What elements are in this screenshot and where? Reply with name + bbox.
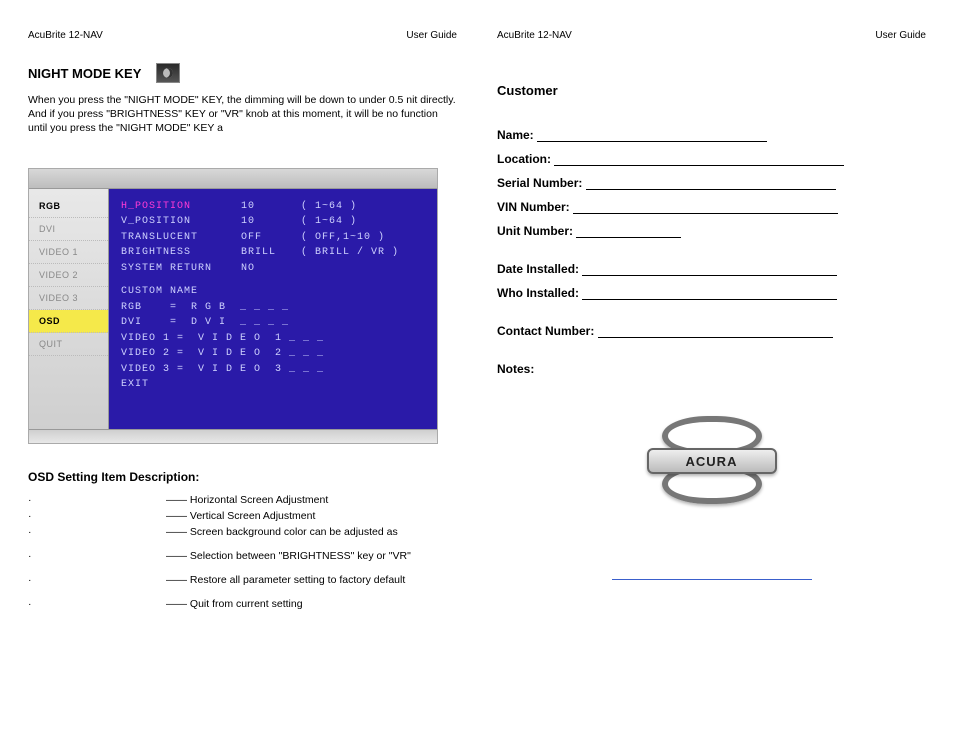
logo-text: ACURA — [647, 448, 777, 474]
osd-desc-list: ·—— Horizontal Screen Adjustment ·—— Vert… — [28, 494, 457, 610]
osd-tab-video-3: VIDEO 3 — [29, 287, 108, 310]
form-label: Name: — [497, 128, 537, 142]
form-label: Contact Number: — [497, 324, 598, 338]
customer-title: Customer — [497, 83, 926, 98]
osd-custom-line: VIDEO 1 = V I D E O 1 _ _ _ — [121, 331, 427, 347]
logo-wrap: ACURA — [497, 416, 926, 511]
bullet-item: ·—— Screen background color can be adjus… — [28, 526, 457, 538]
link-underline — [497, 567, 926, 585]
osd-tab-quit: QUIT — [29, 333, 108, 356]
form-blank — [582, 288, 837, 300]
bullet-item: ·—— Horizontal Screen Adjustment — [28, 494, 457, 506]
form-field: Unit Number: — [497, 224, 926, 238]
osd-custom-line: EXIT — [121, 377, 427, 393]
form-blank — [537, 130, 767, 142]
form-label: Date Installed: — [497, 262, 582, 276]
osd-row: TRANSLUCENTOFF( OFF,1~10 ) — [121, 230, 427, 246]
form-blank — [586, 178, 836, 190]
osd-custom-line: VIDEO 2 = V I D E O 2 _ _ _ — [121, 346, 427, 362]
form-blank — [598, 326, 833, 338]
osd-row: SYSTEM RETURNNO — [121, 261, 427, 277]
form-field: Location: — [497, 152, 926, 166]
form-field: Date Installed: — [497, 262, 926, 276]
form-field: Who Installed: — [497, 286, 926, 300]
form-field: Serial Number: — [497, 176, 926, 190]
osd-tab-video-1: VIDEO 1 — [29, 241, 108, 264]
osd-custom-line: DVI = D V I _ _ _ _ — [121, 315, 427, 331]
form-blank — [582, 264, 837, 276]
form-field: VIN Number: — [497, 200, 926, 214]
night-mode-icon — [156, 63, 180, 83]
form-label: Location: — [497, 152, 554, 166]
osd-row: V_POSITION10( 1~64 ) — [121, 214, 427, 230]
osd-custom-line: VIDEO 3 = V I D E O 3 _ _ _ — [121, 362, 427, 378]
acura-logo: ACURA — [647, 416, 777, 506]
bullet-item: ·—— Selection between "BRIGHTNESS" key o… — [28, 550, 457, 562]
form-label: Unit Number: — [497, 224, 576, 238]
osd-row: BRIGHTNESSBRILL( BRILL / VR ) — [121, 245, 427, 261]
osd-tab-rgb: RGB — [29, 195, 108, 218]
custom-name-title: CUSTOM NAME — [121, 284, 427, 300]
bullet-item: ·—— Restore all parameter setting to fac… — [28, 574, 457, 586]
osd-custom-line: RGB = R G B _ _ _ _ — [121, 300, 427, 316]
form-label: Notes: — [497, 362, 534, 376]
section-title: NIGHT MODE KEY — [28, 66, 141, 81]
form-blank — [573, 202, 838, 214]
osd-main-panel: H_POSITION10( 1~64 )V_POSITION10( 1~64 )… — [109, 189, 437, 429]
bullet-item: ·—— Vertical Screen Adjustment — [28, 510, 457, 522]
osd-tab-osd: OSD — [29, 310, 108, 333]
right-page: AcuBrite 12-NAV User Guide Customer Name… — [497, 30, 926, 614]
form-label: VIN Number: — [497, 200, 573, 214]
form-field: Notes: — [497, 362, 926, 376]
osd-row: H_POSITION10( 1~64 ) — [121, 199, 427, 215]
form-label: Who Installed: — [497, 286, 582, 300]
osd-screenshot: RGBDVIVIDEO 1VIDEO 2VIDEO 3OSDQUIT H_POS… — [28, 168, 438, 444]
form-blank — [576, 226, 681, 238]
bullet-item: ·—— Quit from current setting — [28, 598, 457, 610]
form-field: Name: — [497, 128, 926, 142]
hdr-product-left: AcuBrite 12-NAV — [28, 30, 103, 41]
hdr-product-right: AcuBrite 12-NAV — [497, 30, 572, 41]
hdr-type-left: User Guide — [406, 30, 457, 41]
osd-desc-title: OSD Setting Item Description: — [28, 470, 457, 484]
hdr-type-right: User Guide — [875, 30, 926, 41]
left-page: AcuBrite 12-NAV User Guide NIGHT MODE KE… — [28, 30, 457, 614]
osd-side-tabs: RGBDVIVIDEO 1VIDEO 2VIDEO 3OSDQUIT — [29, 189, 109, 429]
osd-tab-video-2: VIDEO 2 — [29, 264, 108, 287]
osd-tab-dvi: DVI — [29, 218, 108, 241]
form-field: Contact Number: — [497, 324, 926, 338]
body-text: When you press the "NIGHT MODE" KEY, the… — [28, 93, 457, 136]
form-blank — [554, 154, 844, 166]
customer-form: Name: Location: Serial Number: VIN Numbe… — [497, 128, 926, 376]
form-label: Serial Number: — [497, 176, 586, 190]
